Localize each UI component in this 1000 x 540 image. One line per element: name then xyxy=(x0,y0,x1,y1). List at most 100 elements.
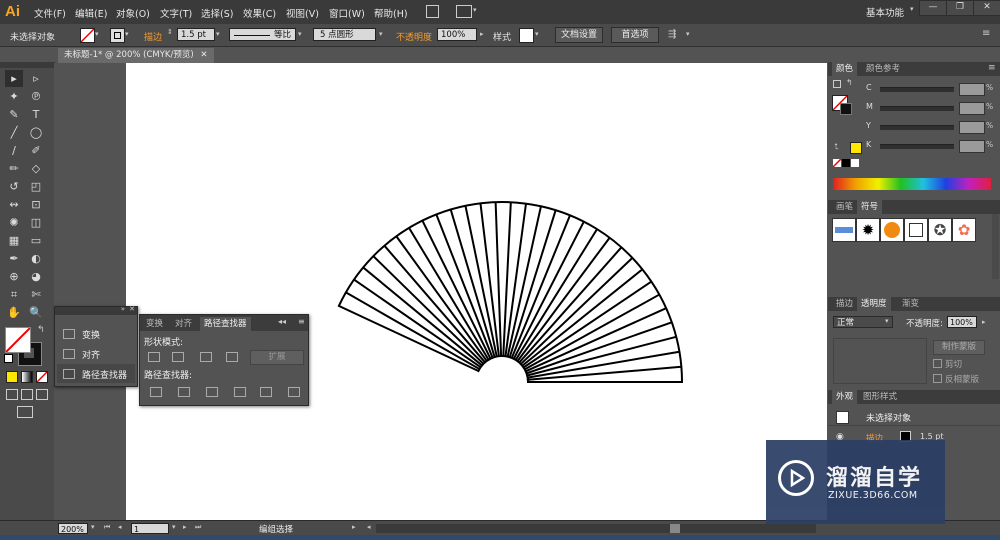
tool-21-icon[interactable]: ◐ xyxy=(27,250,45,267)
panel-drag-bar[interactable]: » ✕ xyxy=(55,305,137,315)
tools-panel-header[interactable] xyxy=(0,62,54,68)
channel-value-input[interactable] xyxy=(959,140,985,153)
swap-colors-icon[interactable]: ↰ xyxy=(846,78,853,87)
channel-slider[interactable] xyxy=(880,144,954,149)
next-artboard-icon[interactable]: ▸ xyxy=(183,523,187,531)
arrange-icon[interactable]: ⇶ xyxy=(668,29,676,40)
tool-25-icon[interactable]: ✄ xyxy=(27,286,45,303)
tab-brushes[interactable]: 画笔 xyxy=(832,200,857,214)
tool-0-icon[interactable]: ▸ xyxy=(5,70,23,87)
tool-7-icon[interactable]: ◯ xyxy=(27,124,45,141)
invert-mask-checkbox[interactable] xyxy=(933,374,942,383)
outline-icon[interactable] xyxy=(260,387,272,397)
document-setup-button[interactable]: 文档设置 xyxy=(555,27,603,43)
panel-item-pathfinder-row[interactable]: 路径查找器 xyxy=(57,364,135,383)
chevron-down-icon[interactable]: ▾ xyxy=(473,6,477,14)
black-swatch[interactable] xyxy=(842,159,850,167)
tab-stroke[interactable]: 描边 xyxy=(832,297,857,311)
stroke-swatch[interactable] xyxy=(110,28,125,43)
fill-color-box[interactable] xyxy=(5,327,31,353)
draw-normal-icon[interactable] xyxy=(6,389,18,400)
stroke-label[interactable]: 描边 xyxy=(144,30,162,43)
channel-slider[interactable] xyxy=(880,106,954,111)
clip-checkbox[interactable] xyxy=(933,359,942,368)
channel-value-input[interactable] xyxy=(959,83,985,96)
tool-5-icon[interactable]: T xyxy=(27,106,45,123)
align-icon[interactable] xyxy=(63,349,75,359)
tab-pathfinder[interactable]: 路径查找器 xyxy=(200,317,251,331)
color-stroke-swatch[interactable] xyxy=(840,103,852,115)
menu-type[interactable]: 文字(T) xyxy=(160,6,192,20)
menu-object[interactable]: 对象(O) xyxy=(116,6,150,20)
workspace-switcher[interactable]: 基本功能 xyxy=(866,5,904,19)
chevron-down-icon[interactable]: ▾ xyxy=(535,30,539,38)
chevron-down-icon[interactable]: ▾ xyxy=(910,5,914,13)
tab-gradient[interactable]: 渐变 xyxy=(898,297,923,311)
stroke-profile-select[interactable]: 等比 xyxy=(229,28,296,41)
blend-mode-select[interactable]: 正常 xyxy=(833,316,893,328)
tool-15-icon[interactable]: ⊡ xyxy=(27,196,45,213)
document-tab[interactable]: 未标题-1* @ 200% (CMYK/预览) ✕ xyxy=(58,48,214,63)
prev-artboard-icon[interactable]: ◂ xyxy=(118,523,122,531)
menu-file[interactable]: 文件(F) xyxy=(34,6,66,20)
tool-22-icon[interactable]: ⊕ xyxy=(5,268,23,285)
chevron-right-icon[interactable]: ▸ xyxy=(480,30,484,38)
chevron-right-icon[interactable]: ▸ xyxy=(982,318,986,326)
expand-button[interactable]: 扩展 xyxy=(250,350,304,365)
tab-graphic-styles[interactable]: 图形样式 xyxy=(859,390,901,404)
tab-transform[interactable]: 变换 xyxy=(142,317,167,331)
default-colors-icon[interactable] xyxy=(833,80,841,88)
channel-value-input[interactable] xyxy=(959,102,985,115)
symbol-blue-banner[interactable] xyxy=(832,218,856,242)
tool-4-icon[interactable]: ✎ xyxy=(5,106,23,123)
channel-slider[interactable] xyxy=(880,87,954,92)
tab-appearance[interactable]: 外观 xyxy=(832,390,858,404)
chevron-down-icon[interactable]: ▾ xyxy=(298,30,302,38)
collapse-panel-icon[interactable]: ◂◂ xyxy=(278,317,286,326)
menu-edit[interactable]: 编辑(E) xyxy=(75,6,107,20)
chevron-down-icon[interactable]: ▾ xyxy=(379,30,383,38)
artboard-number-input[interactable]: 1 xyxy=(131,523,169,534)
tool-17-icon[interactable]: ◫ xyxy=(27,214,45,231)
tool-2-icon[interactable]: ✦ xyxy=(5,88,23,105)
tool-20-icon[interactable]: ✒ xyxy=(5,250,23,267)
opacity-input[interactable]: 100% xyxy=(437,28,477,41)
crop-icon[interactable] xyxy=(234,387,246,397)
draw-behind-icon[interactable] xyxy=(21,389,33,400)
tool-16-icon[interactable]: ✺ xyxy=(5,214,23,231)
out-of-gamut-icon[interactable]: ⮤ xyxy=(834,142,839,152)
panel-menu-icon[interactable]: ≡ xyxy=(298,317,305,326)
symbols-scrollbar[interactable] xyxy=(992,214,999,279)
minimize-button[interactable]: — xyxy=(919,0,947,16)
artboard[interactable] xyxy=(126,63,827,520)
transparency-opacity-input[interactable]: 100% xyxy=(947,316,977,328)
exclude-icon[interactable] xyxy=(226,352,238,362)
symbol-splatter[interactable]: ✹ xyxy=(856,218,880,242)
make-mask-button[interactable]: 制作蒙版 xyxy=(933,340,985,355)
chevron-down-icon[interactable]: ▾ xyxy=(125,30,129,38)
minus-back-icon[interactable] xyxy=(288,387,300,397)
default-colors-icon[interactable] xyxy=(4,354,13,363)
first-artboard-icon[interactable]: ⏮ xyxy=(104,523,110,532)
tab-transparency[interactable]: 透明度 xyxy=(857,297,891,311)
panel-menu-icon[interactable]: ≡ xyxy=(982,28,990,39)
color-mode-icon[interactable] xyxy=(6,371,18,383)
chevron-down-icon[interactable]: ▾ xyxy=(216,30,220,38)
close-icon[interactable]: ✕ xyxy=(129,305,135,313)
maximize-button[interactable]: ❐ xyxy=(946,0,974,16)
menu-select[interactable]: 选择(S) xyxy=(201,6,233,20)
menu-view[interactable]: 视图(V) xyxy=(286,6,319,20)
symbol-orange-ball[interactable] xyxy=(880,218,904,242)
bridge-icon[interactable] xyxy=(426,5,439,18)
tool-13-icon[interactable]: ◰ xyxy=(27,178,45,195)
tool-1-icon[interactable]: ▹ xyxy=(27,70,45,87)
menu-window[interactable]: 窗口(W) xyxy=(329,6,365,20)
fill-swatch[interactable] xyxy=(80,28,95,43)
tab-color-guide[interactable]: 颜色参考 xyxy=(862,62,904,76)
chevron-down-icon[interactable]: ▾ xyxy=(172,523,176,531)
intersect-icon[interactable] xyxy=(200,352,212,362)
tool-10-icon[interactable]: ✏ xyxy=(5,160,23,177)
tool-11-icon[interactable]: ◇ xyxy=(27,160,45,177)
draw-inside-icon[interactable] xyxy=(36,389,48,400)
tool-24-icon[interactable]: ⌗ xyxy=(5,286,23,303)
